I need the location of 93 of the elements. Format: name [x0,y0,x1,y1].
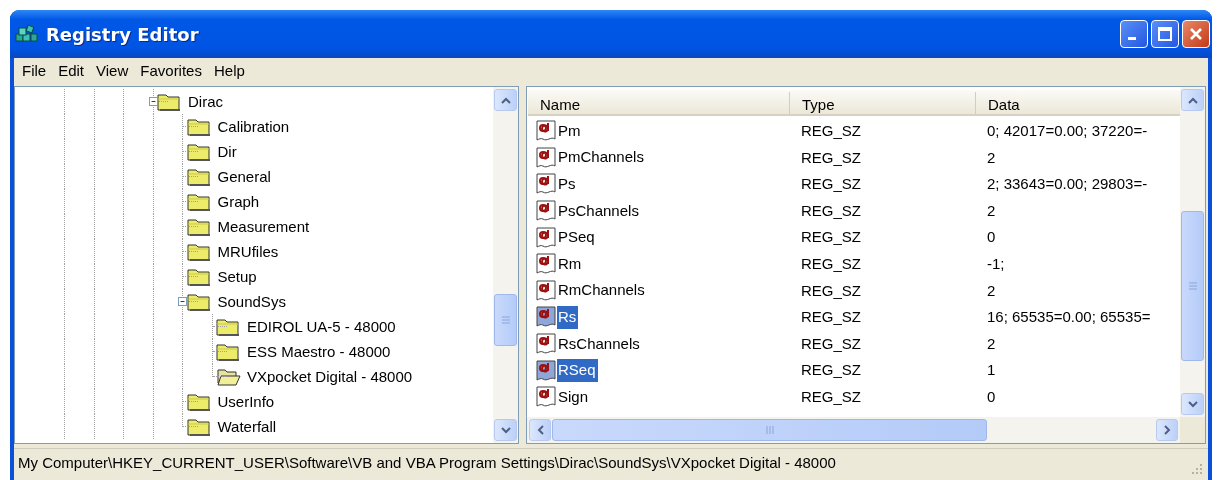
close-icon [1188,26,1204,42]
scroll-down-button[interactable] [1181,393,1204,415]
value-name[interactable]: Rm [557,252,584,276]
table-cell-text: 0; 42017=0.00; 37220=- [986,121,1149,142]
string-value-icon [535,119,557,144]
maximize-icon [1157,26,1173,42]
table-cell-text: 2 [986,280,997,301]
tree-item[interactable]: Calibration [215,116,292,137]
table-cell-text: 2 [986,200,997,221]
table-cell-text: REG_SZ [800,121,862,142]
value-name[interactable]: PsChannels [557,199,641,223]
caret-right-icon [1163,425,1171,435]
resize-grip-icon [1190,461,1204,476]
scroll-right-button[interactable] [1156,419,1178,441]
value-name[interactable]: Ps [557,173,578,196]
value-name[interactable]: RSeq [557,359,598,383]
table-cell-text: REG_SZ [800,200,862,221]
table-cell-text: 1 [986,360,997,381]
column-header[interactable]: Data [976,92,1180,114]
caret-up-icon [500,96,511,104]
string-value-icon [535,145,557,170]
value-name[interactable]: Rs [557,305,579,329]
table-cell-text: REG_SZ [800,280,862,301]
table-cell-text: REG_SZ [800,174,862,195]
column-header[interactable]: Type [790,92,976,114]
caret-up-icon [1187,96,1198,104]
table-cell-text: REG_SZ [800,227,862,248]
menu-item[interactable]: View [90,61,135,81]
collapse-toggle-icon[interactable] [148,97,158,106]
scroll-up-button[interactable] [494,89,517,111]
string-value-icon [535,172,557,197]
table-cell-text: REG_SZ [800,307,862,328]
scrollbar-thumb[interactable] [552,419,987,441]
maximize-button[interactable] [1151,20,1179,48]
close-button[interactable] [1182,20,1210,48]
tree-item[interactable]: MRUfiles [215,241,281,262]
value-name[interactable]: Pm [557,119,583,143]
table-cell-text: REG_SZ [800,360,862,381]
tree-item[interactable]: Measurement [215,216,312,237]
scroll-up-button[interactable] [1181,89,1204,111]
string-value-icon [535,252,557,277]
column-header[interactable]: Name [528,92,790,114]
tree-item[interactable]: Dir [215,141,239,162]
string-value-icon [535,358,557,383]
table-cell-text: 2 [986,333,997,354]
tree-item[interactable]: General [215,166,273,187]
menu-item[interactable]: Favorites [134,61,208,81]
scroll-left-button[interactable] [529,419,551,441]
table-cell-text: REG_SZ [800,147,862,168]
collapse-toggle-icon[interactable] [178,297,187,306]
tree-item[interactable]: Waterfall [215,416,279,437]
table-cell-text: 2; 33643=0.00; 29803=- [986,174,1149,195]
minimize-button[interactable] [1120,20,1148,48]
string-value-icon [535,332,557,357]
table-cell-text: 2 [986,147,997,168]
string-value-icon [535,305,557,330]
tree-item[interactable]: VXpocket Digital - 48000 [245,366,415,387]
value-name[interactable]: RmChannels [557,279,647,303]
string-value-icon [535,385,557,410]
caret-left-icon [536,425,544,435]
tree-item[interactable]: Graph [215,191,262,212]
table-cell-text: 0 [986,227,997,248]
scroll-down-button[interactable] [494,419,517,441]
tree-item[interactable]: EDIROL UA-5 - 48000 [245,316,398,337]
string-value-icon [535,199,557,224]
scrollbar-thumb[interactable] [494,294,517,346]
caret-down-icon [1187,400,1198,408]
scrollbar-thumb[interactable] [1181,211,1204,361]
string-value-icon [535,225,557,250]
table-cell-text: REG_SZ [800,387,862,407]
tree-item[interactable]: SoundSys [215,291,288,312]
string-value-icon [535,278,557,303]
window-title: Registry Editor [46,22,199,47]
table-cell-text: 16; 65535=0.00; 65535= [986,307,1152,328]
value-name[interactable]: RsChannels [557,332,642,356]
value-name[interactable]: PmChannels [557,146,646,170]
table-cell-text: REG_SZ [800,333,862,354]
scrollbar-corner [1180,417,1205,443]
caret-down-icon [500,426,511,434]
table-cell-text: REG_SZ [800,254,862,274]
tree-item[interactable]: Setup [215,266,259,287]
value-name[interactable]: PSeq [557,226,597,250]
menu-item[interactable]: Edit [52,61,91,81]
status-bar-path: My Computer\HKEY_CURRENT_USER\Software\VB and VBA Program Settings\Dirac\SoundSys\VXpocket Digital - 48000 [18,453,837,474]
tree-item[interactable]: ESS Maestro - 48000 [245,341,393,362]
minimize-icon [1128,37,1136,40]
menu-item[interactable]: Help [207,61,251,81]
table-cell-text: 0 [986,387,997,407]
table-cell-text: -1; [986,254,1006,274]
value-name[interactable]: Sign [557,385,591,409]
menu-item[interactable]: File [16,61,53,81]
tree-item[interactable]: UserInfo [215,391,277,412]
tree-item[interactable]: Dirac [186,91,225,112]
